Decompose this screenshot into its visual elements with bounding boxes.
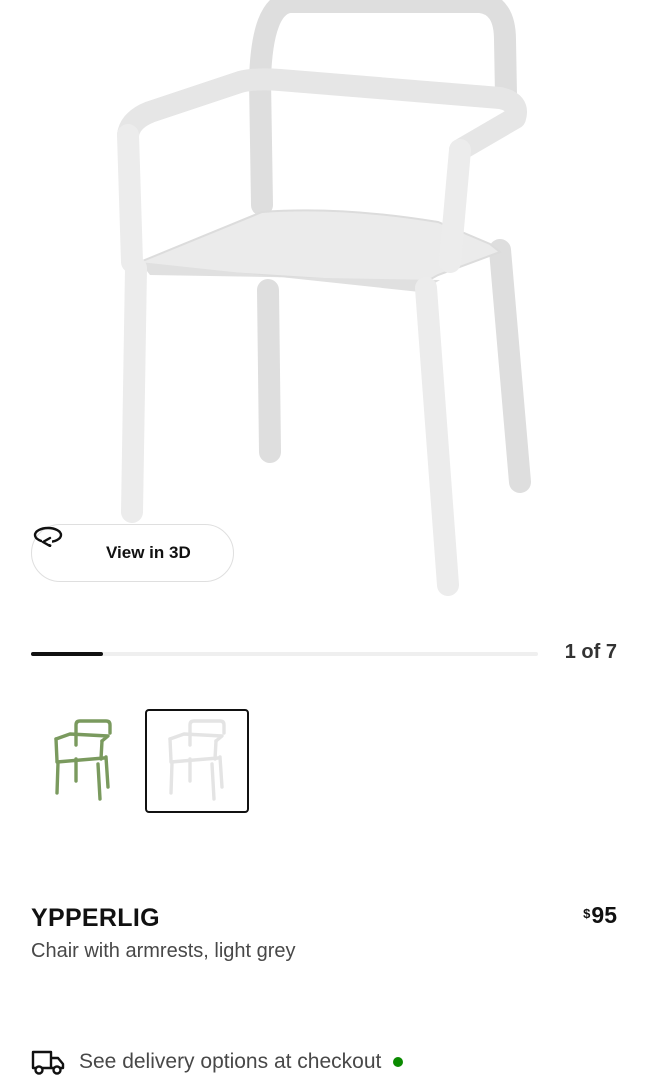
truck-icon [31,1048,65,1076]
price-currency: $ [583,906,591,921]
view-in-3d-button[interactable]: View in 3D [31,524,234,582]
product-name: YPPERLIG [31,904,160,932]
product-price: $ 95 [583,902,617,929]
rotate-360-icon [33,526,94,565]
thumbnail-light-grey[interactable] [145,709,249,813]
thumbnail-green[interactable] [31,709,135,813]
product-description: Chair with armrests, light grey [31,940,296,962]
color-variant-thumbnails [31,709,249,813]
grey-chair-thumbnail [168,719,226,801]
gallery-progress-fill [31,652,104,656]
view-in-3d-label: View in 3D [106,543,191,562]
green-chair-thumbnail [54,719,112,801]
delivery-text: See delivery options at checkout [79,1050,382,1073]
delivery-options-row[interactable]: See delivery options at checkout [31,1048,404,1076]
product-hero-image[interactable]: View in 3D [0,0,648,620]
gallery-progress-bar [31,652,538,656]
gallery-counter: 1 of 7 [564,641,617,663]
delivery-status-dot [393,1057,404,1067]
price-amount: 95 [591,902,617,928]
